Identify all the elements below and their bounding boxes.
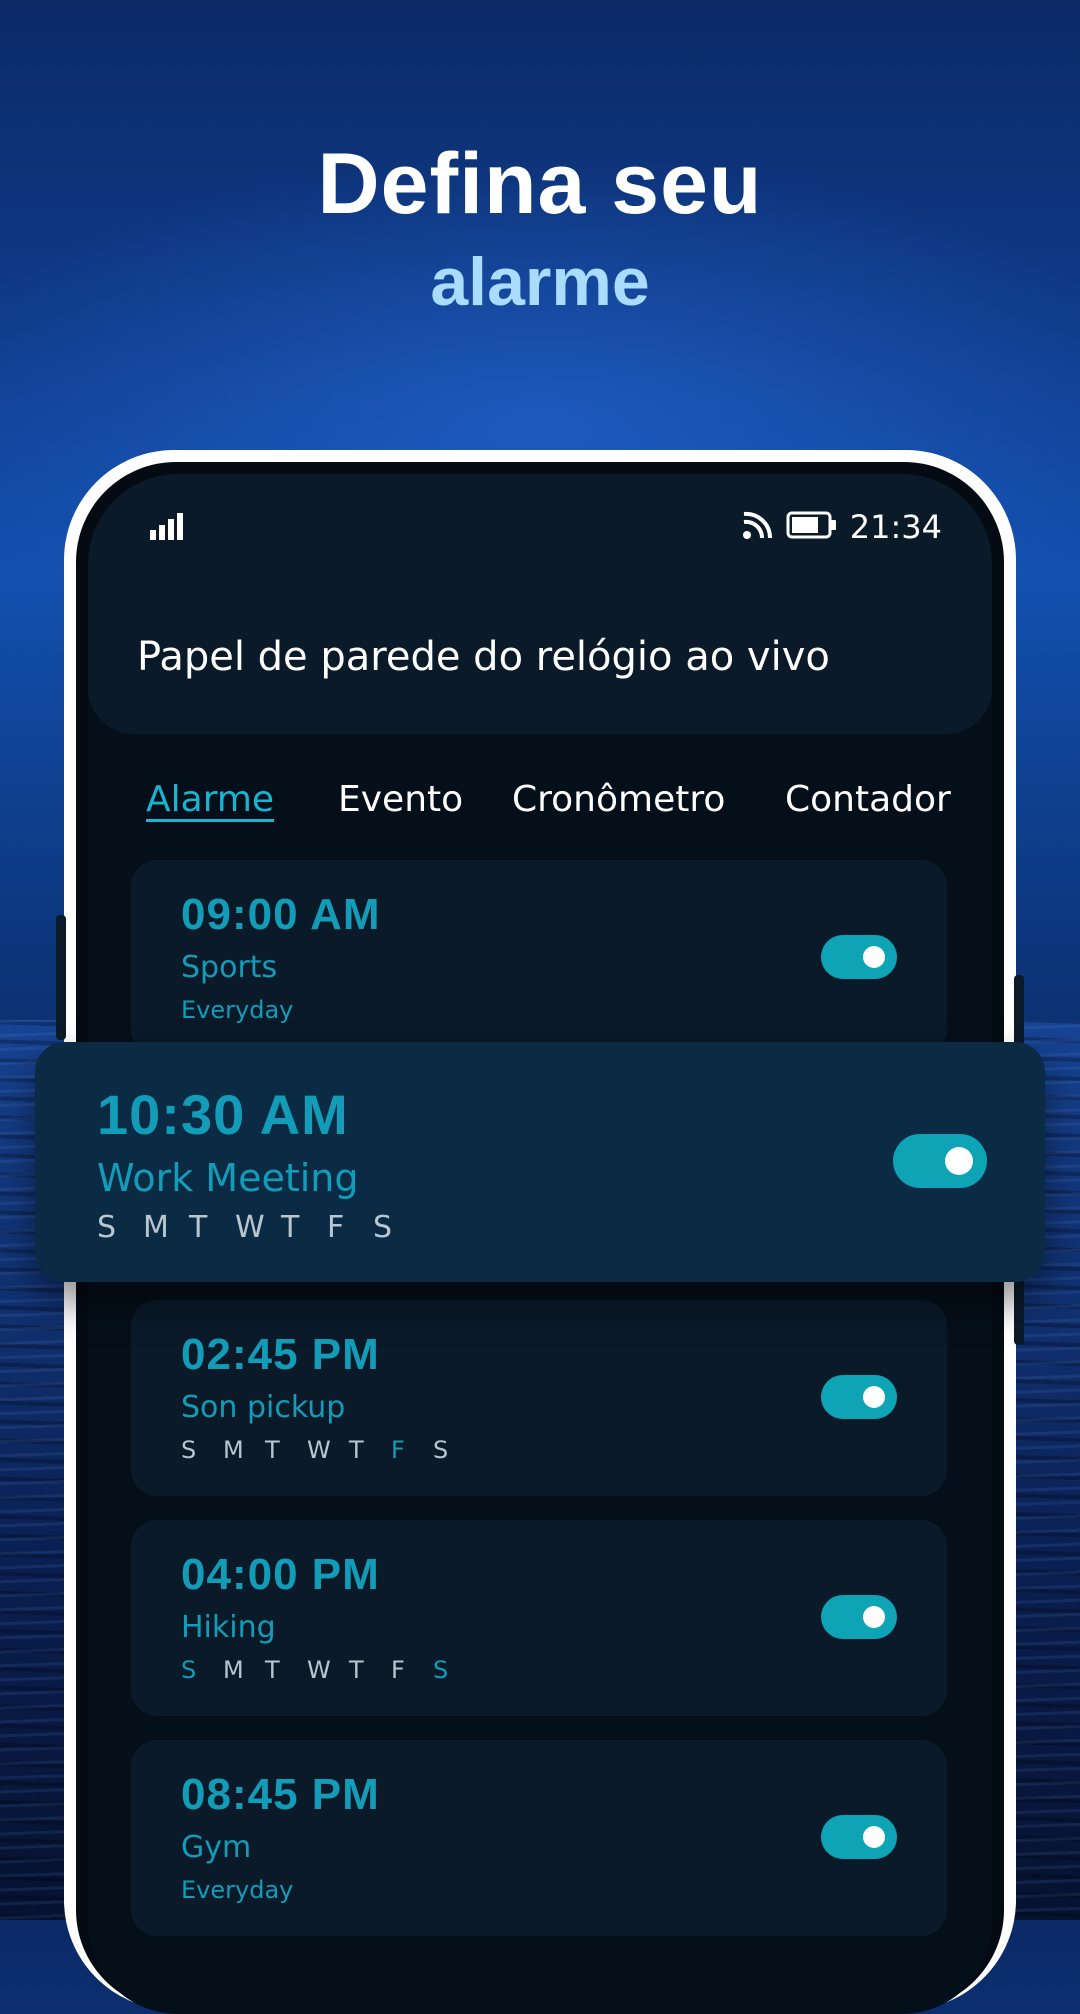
day-thu: T: [281, 1210, 300, 1245]
alarm-days: S M T W T F S: [181, 1436, 475, 1464]
toggle-knob: [863, 1386, 885, 1408]
day-sun: S: [181, 1436, 197, 1464]
phone-volume-button: [56, 915, 66, 1040]
toggle-knob: [863, 1826, 885, 1848]
alarm-card[interactable]: 09:00 AM Sports Everyday: [131, 860, 947, 1056]
alarm-days: S M T W T F S: [97, 1210, 419, 1245]
day-sun: S: [97, 1210, 117, 1245]
tab-evento[interactable]: Evento: [338, 779, 463, 820]
alarm-toggle[interactable]: [821, 935, 897, 979]
day-thu: T: [349, 1656, 364, 1684]
cast-icon: [742, 510, 774, 545]
day-mon: M: [223, 1656, 244, 1684]
tab-bar: Alarme Evento Cronômetro Contador: [88, 779, 992, 839]
alarm-toggle[interactable]: [893, 1134, 987, 1188]
headline-line1: Defina seu: [317, 136, 763, 232]
alarm-card[interactable]: 04:00 PM Hiking S M T W T F S: [131, 1520, 947, 1716]
day-sat: S: [433, 1436, 449, 1464]
alarm-label: Sports: [181, 950, 278, 985]
alarm-label: Hiking: [181, 1610, 276, 1645]
toggle-knob: [945, 1147, 973, 1175]
alarm-time: 02:45 PM: [181, 1330, 380, 1379]
alarm-card[interactable]: 08:45 PM Gym Everyday: [131, 1740, 947, 1936]
day-sun: S: [181, 1656, 197, 1684]
alarm-card-highlighted[interactable]: 10:30 AM Work Meeting S M T W T F S: [35, 1042, 1045, 1282]
day-sat: S: [373, 1210, 393, 1245]
alarm-toggle[interactable]: [821, 1595, 897, 1639]
day-thu: T: [349, 1436, 364, 1464]
alarm-repeat: Everyday: [181, 1876, 294, 1904]
app-bar: 21:34 Papel de parede do relógio ao vivo: [88, 474, 992, 734]
day-tue: T: [265, 1436, 280, 1464]
status-right: 21:34: [742, 508, 942, 546]
day-mon: M: [143, 1210, 169, 1245]
alarm-time: 04:00 PM: [181, 1550, 380, 1599]
day-wed: W: [307, 1656, 331, 1684]
toggle-knob: [863, 1606, 885, 1628]
day-fri: F: [327, 1210, 345, 1245]
headline-line2: alarme: [430, 244, 650, 320]
alarm-repeat: Everyday: [181, 996, 294, 1024]
alarm-toggle[interactable]: [821, 1375, 897, 1419]
tab-contador[interactable]: Contador: [785, 779, 951, 820]
alarm-time: 09:00 AM: [181, 890, 381, 939]
alarm-label: Son pickup: [181, 1390, 346, 1425]
battery-icon: [786, 511, 838, 544]
alarm-time: 10:30 AM: [97, 1083, 349, 1146]
day-wed: W: [307, 1436, 331, 1464]
day-mon: M: [223, 1436, 244, 1464]
signal-bars-icon: [150, 512, 186, 545]
tab-alarme[interactable]: Alarme: [146, 779, 274, 820]
day-tue: T: [265, 1656, 280, 1684]
alarm-time: 08:45 PM: [181, 1770, 380, 1819]
alarm-toggle[interactable]: [821, 1815, 897, 1859]
toggle-knob: [863, 946, 885, 968]
day-sat: S: [433, 1656, 449, 1684]
alarm-days: S M T W T F S: [181, 1656, 475, 1684]
alarm-card[interactable]: 02:45 PM Son pickup S M T W T F S: [131, 1300, 947, 1496]
status-time: 21:34: [849, 508, 942, 546]
day-wed: W: [235, 1210, 265, 1245]
app-title: Papel de parede do relógio ao vivo: [137, 634, 830, 680]
day-tue: T: [189, 1210, 208, 1245]
tab-cronometro[interactable]: Cronômetro: [512, 779, 725, 820]
day-fri: F: [391, 1656, 405, 1684]
day-fri: F: [391, 1436, 405, 1464]
alarm-label: Work Meeting: [97, 1156, 359, 1200]
alarm-label: Gym: [181, 1830, 252, 1865]
